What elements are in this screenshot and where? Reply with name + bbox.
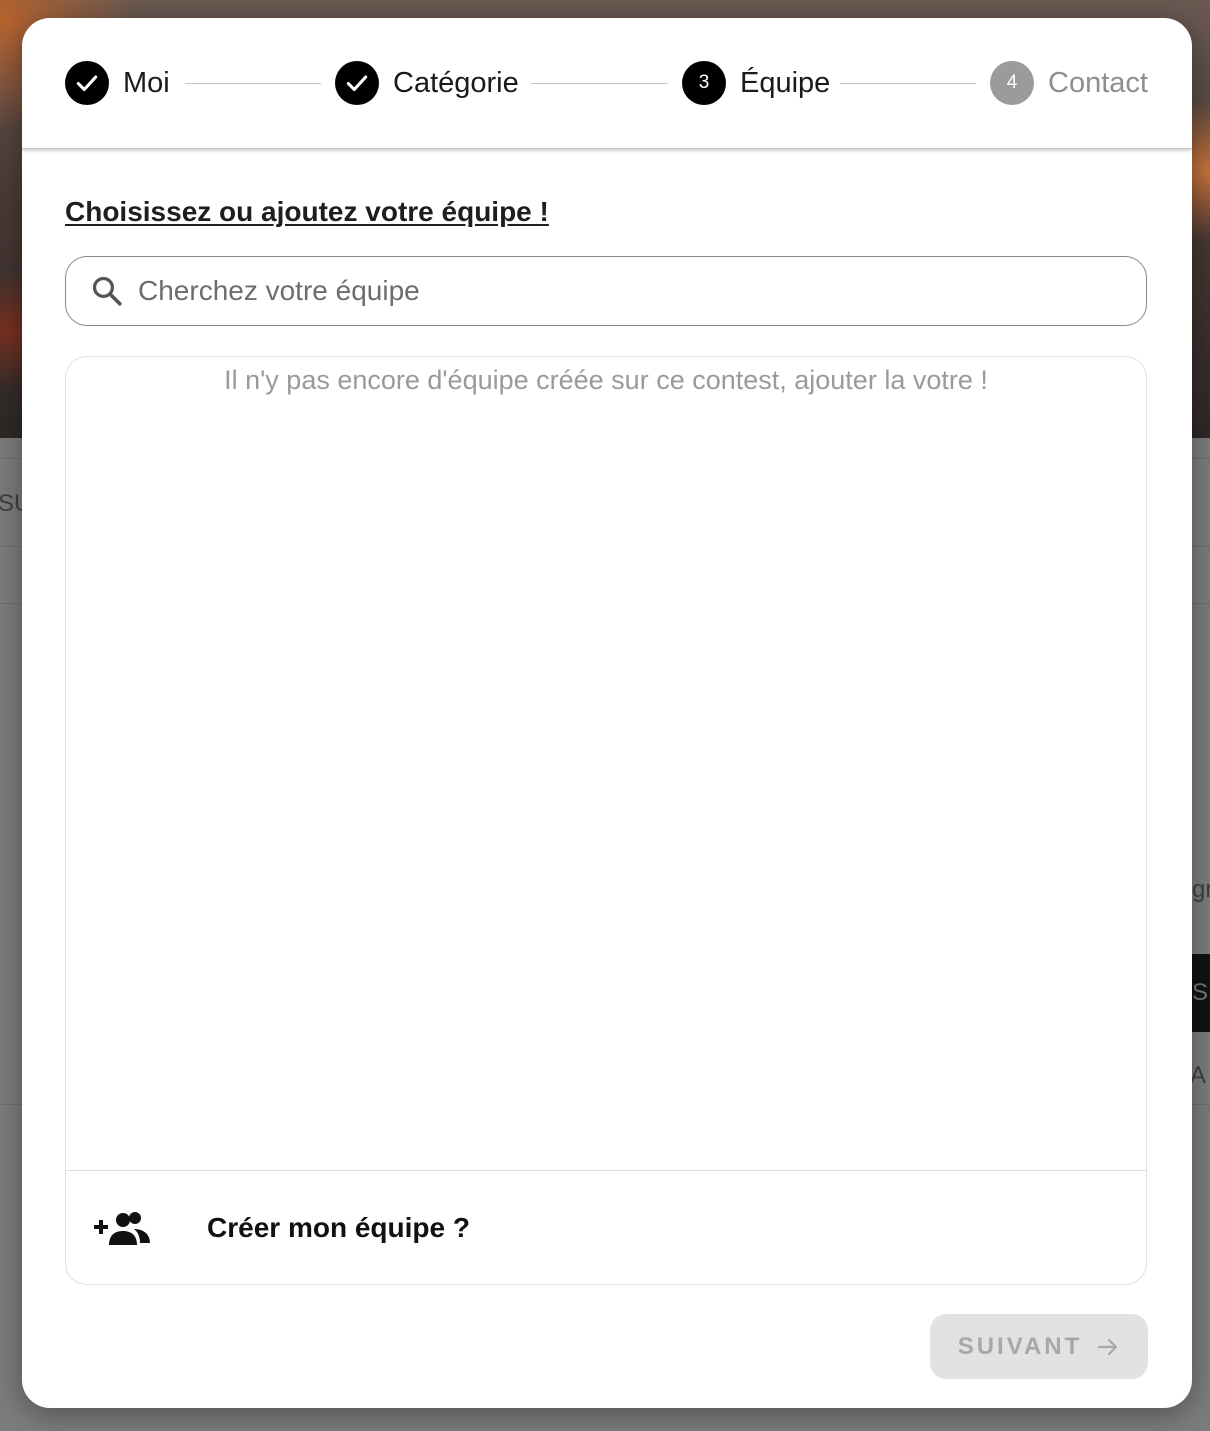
next-button-label: SUIVANT <box>957 1332 1083 1360</box>
step-categorie[interactable]: Catégorie <box>335 61 519 105</box>
background-text: A <box>1190 1062 1207 1089</box>
background-text: S <box>1192 979 1209 1006</box>
group-add-icon <box>94 1212 150 1245</box>
create-team-label: Créer mon équipe ? <box>207 1212 470 1243</box>
next-button[interactable]: SUIVANT <box>930 1314 1148 1379</box>
step-number: 3 <box>682 61 726 105</box>
step-contact: 4 Contact <box>990 61 1148 105</box>
team-list: Il n'y pas encore d'équipe créée sur ce … <box>65 356 1147 1285</box>
search-icon <box>92 276 122 306</box>
empty-state-message: Il n'y pas encore d'équipe créée sur ce … <box>224 365 988 395</box>
step-label: Contact <box>1048 66 1148 99</box>
team-search-box[interactable] <box>65 256 1147 326</box>
step-moi[interactable]: Moi <box>65 61 170 105</box>
check-icon <box>335 61 379 105</box>
section-heading: Choisissez ou ajoutez votre équipe ! <box>65 196 549 227</box>
step-label: Équipe <box>740 66 831 99</box>
step-connector <box>840 83 976 84</box>
stepper: Moi Catégorie 3 Équipe 4 Contact <box>22 18 1192 149</box>
background-text: gn <box>1192 876 1210 903</box>
check-icon <box>65 61 109 105</box>
step-connector <box>185 83 321 84</box>
create-team-button[interactable]: Créer mon équipe ? <box>66 1170 1146 1284</box>
arrow-right-icon <box>1098 1338 1118 1355</box>
step-label: Catégorie <box>393 66 519 99</box>
step-equipe[interactable]: 3 Équipe <box>682 61 830 105</box>
team-selection-dialog: Moi Catégorie 3 Équipe 4 Contact Choisis… <box>22 18 1192 1408</box>
team-search-input[interactable] <box>136 274 1146 308</box>
step-connector <box>531 83 668 84</box>
step-number: 4 <box>990 61 1034 105</box>
step-label: Moi <box>123 66 170 99</box>
